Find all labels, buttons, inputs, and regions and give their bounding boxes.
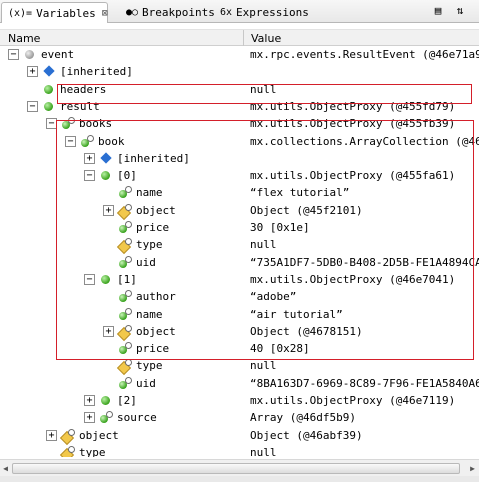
variable-dot-icon <box>99 394 113 407</box>
expand-toggle-icon[interactable]: + <box>27 66 38 77</box>
variable-name: type <box>136 359 163 372</box>
variable-dot-icon <box>42 83 56 96</box>
variable-value: mx.utils.ObjectProxy (@46e7119) <box>250 394 456 407</box>
variable-value: null <box>250 446 277 457</box>
tree-row[interactable]: type null <box>0 444 479 457</box>
variable-dot-icon <box>42 100 56 113</box>
variable-name: [2] <box>117 394 137 407</box>
expand-icon[interactable]: ⇅ <box>452 4 468 18</box>
tab-breakpoints[interactable]: ●○ Breakpoints <box>120 2 215 23</box>
collapse-all-icon[interactable]: ▤ <box>430 4 446 18</box>
tree-row[interactable]: − event mx.rpc.events.ResultEvent (@46e71a… <box>0 46 479 63</box>
variable-name: object <box>79 429 119 442</box>
column-name-header[interactable]: Name <box>8 32 40 45</box>
collapse-toggle-icon[interactable]: − <box>27 101 38 112</box>
variable-name: [inherited] <box>60 65 133 78</box>
variable-green-icon <box>118 377 132 390</box>
variable-gray-icon <box>23 48 37 61</box>
variable-name: type <box>79 446 106 457</box>
tab-expressions[interactable]: 6x Expressions <box>214 2 310 23</box>
variable-name: source <box>117 411 157 424</box>
tab-variables-label: Variables <box>36 6 96 20</box>
tree-row[interactable]: + [2] mx.utils.ObjectProxy (@46e7119) <box>0 392 479 409</box>
variable-name: uid <box>136 377 156 390</box>
variables-icon: (x)= <box>8 7 33 19</box>
variable-value: “8BA163D7-6969-8C89-7F96-FE1A5840A6D2 <box>250 377 479 390</box>
variable-yellow-icon <box>61 446 75 457</box>
variable-green-icon <box>99 411 113 424</box>
expressions-icon: 6x <box>220 7 233 18</box>
variable-name: event <box>41 48 75 61</box>
expand-toggle-icon[interactable]: + <box>84 412 95 423</box>
close-icon[interactable]: ⊠ <box>102 8 108 19</box>
column-value-header[interactable]: Value <box>251 32 281 45</box>
column-divider[interactable] <box>243 30 244 46</box>
tree-row[interactable]: + object Object (@46abf39) <box>0 427 479 444</box>
variable-value: mx.rpc.events.ResultEvent (@46e71a9) <box>250 48 479 61</box>
horizontal-scrollbar[interactable]: ◀ ▶ <box>0 459 479 476</box>
variable-yellow-icon <box>118 359 132 372</box>
tree-row[interactable]: uid “8BA163D7-6969-8C89-7F96-FE1A5840A6D2 <box>0 375 479 392</box>
column-header: Name Value <box>0 29 479 46</box>
tree-row[interactable]: + [inherited] <box>0 63 479 80</box>
view-bottom-edge <box>0 476 479 482</box>
collapse-toggle-icon[interactable]: − <box>8 49 19 60</box>
tree-row[interactable]: + source Array (@46df5b9) <box>0 409 479 426</box>
expand-toggle-icon[interactable]: + <box>84 395 95 406</box>
highlight-items-box <box>56 120 474 360</box>
scroll-right-icon[interactable]: ▶ <box>468 463 477 474</box>
variable-value: null <box>250 359 277 372</box>
highlight-book-box <box>57 84 472 104</box>
variable-yellow-icon <box>61 429 75 442</box>
scrollbar-thumb[interactable] <box>12 463 460 474</box>
variable-value: Object (@46abf39) <box>250 429 363 442</box>
tab-variables[interactable]: (x)= Variables ⊠ <box>1 2 108 23</box>
tab-breakpoints-label: Breakpoints <box>142 6 215 19</box>
scroll-left-icon[interactable]: ◀ <box>1 463 10 474</box>
tab-expressions-label: Expressions <box>236 6 309 19</box>
variable-dia-icon <box>42 65 56 78</box>
expand-toggle-icon[interactable]: + <box>46 430 57 441</box>
variable-value: Array (@46df5b9) <box>250 411 356 424</box>
view-tab-bar: (x)= Variables ⊠ ●○ Breakpoints 6x Expre… <box>0 0 479 23</box>
breakpoints-icon: ●○ <box>126 7 139 18</box>
